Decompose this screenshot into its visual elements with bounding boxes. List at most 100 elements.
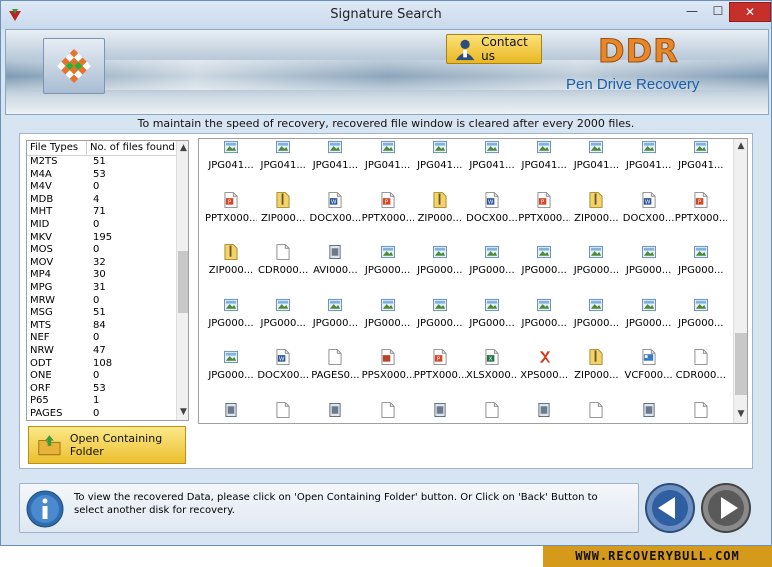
list-item[interactable]: PAGES 0 bbox=[27, 408, 177, 420]
file-item[interactable]: P PPTX000... bbox=[205, 191, 257, 224]
file-item[interactable]: P PPTX000... bbox=[362, 191, 414, 224]
file-item[interactable]: P PPTX000... bbox=[675, 191, 727, 224]
file-item[interactable]: W DOCX00... bbox=[257, 349, 309, 381]
scroll-up-arrow-icon[interactable]: ▲ bbox=[177, 143, 188, 153]
title-bar[interactable]: Signature Search — ☐ ✕ bbox=[1, 1, 771, 29]
file-item[interactable]: JPG041... bbox=[309, 139, 361, 171]
scroll-down-arrow-icon[interactable]: ▼ bbox=[734, 409, 747, 419]
file-types-list[interactable]: File Types No. of files found M2TS 51 M4A 5… bbox=[26, 140, 189, 421]
scroll-up-arrow-icon[interactable]: ▲ bbox=[734, 141, 747, 151]
file-item[interactable]: JPG000... bbox=[466, 244, 518, 276]
file-item[interactable]: PPSX000... bbox=[362, 349, 414, 381]
file-item[interactable]: JPG000... bbox=[570, 244, 622, 276]
minimize-button[interactable]: — bbox=[681, 2, 703, 22]
file-item[interactable]: CDR000... bbox=[257, 401, 309, 423]
file-item[interactable]: ZIP000... bbox=[570, 191, 622, 224]
file-item[interactable]: CDR000... bbox=[257, 244, 309, 276]
file-item[interactable]: JPG041... bbox=[466, 139, 518, 171]
file-item[interactable]: CDR000... bbox=[675, 401, 727, 423]
next-button[interactable] bbox=[701, 483, 751, 533]
list-item[interactable]: NRW 47 bbox=[27, 345, 177, 358]
file-item[interactable]: JPG041... bbox=[623, 139, 675, 171]
list-item[interactable]: MSG 51 bbox=[27, 307, 177, 320]
list-item[interactable]: ORF 53 bbox=[27, 383, 177, 396]
file-item[interactable]: JPG000... bbox=[675, 297, 727, 329]
file-item[interactable]: JPG000... bbox=[414, 297, 466, 329]
file-item[interactable]: ZIP000... bbox=[570, 349, 622, 381]
back-button[interactable] bbox=[645, 483, 695, 533]
list-item[interactable]: MP4 30 bbox=[27, 269, 177, 282]
file-item[interactable]: CDR000... bbox=[466, 401, 518, 423]
file-item[interactable]: JPG000... bbox=[205, 349, 257, 381]
file-item[interactable]: X XLSX000... bbox=[466, 349, 518, 381]
file-item[interactable]: AVI000... bbox=[623, 402, 675, 423]
file-item[interactable]: ZIP000... bbox=[414, 191, 466, 224]
file-item[interactable]: AVI000... bbox=[205, 402, 257, 423]
file-item[interactable]: JPG000... bbox=[362, 297, 414, 329]
list-item[interactable]: ODT 108 bbox=[27, 358, 177, 371]
files-scrollbar[interactable]: ▲ ▼ bbox=[733, 139, 747, 423]
list-item[interactable]: MKV 195 bbox=[27, 232, 177, 245]
file-item[interactable]: CDR000... bbox=[570, 401, 622, 423]
list-item[interactable]: MPG 31 bbox=[27, 282, 177, 295]
list-item[interactable]: MHT 71 bbox=[27, 206, 177, 219]
file-item[interactable]: JPG000... bbox=[623, 244, 675, 276]
file-item[interactable]: JPG000... bbox=[570, 297, 622, 329]
recovered-files-view[interactable]: JPG041... JPG041... JPG041... JPG041... JPG0… bbox=[198, 138, 748, 424]
list-item[interactable]: M2TS 51 bbox=[27, 156, 177, 169]
file-item[interactable]: JPG041... bbox=[205, 139, 257, 171]
file-item[interactable]: W DOCX00... bbox=[623, 191, 675, 224]
file-item[interactable]: W DOCX00... bbox=[466, 191, 518, 224]
file-item[interactable]: PAGES0... bbox=[309, 349, 361, 381]
column-header-file-types[interactable]: File Types bbox=[27, 141, 87, 155]
file-item[interactable]: JPG041... bbox=[518, 139, 570, 171]
list-item[interactable]: MID 0 bbox=[27, 219, 177, 232]
open-containing-folder-button[interactable]: Open Containing Folder bbox=[28, 426, 186, 464]
list-item[interactable]: MOS 0 bbox=[27, 244, 177, 257]
file-item[interactable]: JPG000... bbox=[675, 244, 727, 276]
list-item[interactable]: M4A 53 bbox=[27, 169, 177, 182]
file-item[interactable]: JPG000... bbox=[257, 297, 309, 329]
file-item[interactable]: JPG041... bbox=[362, 139, 414, 171]
list-item[interactable]: P65 1 bbox=[27, 395, 177, 408]
file-item[interactable]: JPG000... bbox=[205, 297, 257, 329]
list-item[interactable]: NEF 0 bbox=[27, 332, 177, 345]
file-item[interactable]: JPG000... bbox=[362, 244, 414, 276]
list-scroll-thumb[interactable] bbox=[178, 251, 188, 313]
list-item[interactable]: M4V 0 bbox=[27, 181, 177, 194]
file-item[interactable]: W DOCX00... bbox=[309, 191, 361, 224]
close-button[interactable]: ✕ bbox=[729, 2, 771, 22]
file-item[interactable]: JPG000... bbox=[518, 244, 570, 276]
file-item[interactable]: AVI000... bbox=[309, 244, 361, 276]
list-item[interactable]: MDB 4 bbox=[27, 194, 177, 207]
file-item[interactable]: ZIP000... bbox=[205, 244, 257, 276]
file-item[interactable]: VCF000... bbox=[623, 349, 675, 381]
file-item[interactable]: JPG000... bbox=[414, 244, 466, 276]
files-scroll-thumb[interactable] bbox=[735, 333, 747, 395]
list-item[interactable]: MOV 32 bbox=[27, 257, 177, 270]
file-item[interactable]: JPG000... bbox=[466, 297, 518, 329]
file-item[interactable]: JPG041... bbox=[257, 139, 309, 171]
file-item[interactable]: CDR000... bbox=[362, 401, 414, 423]
file-item[interactable]: JPG000... bbox=[623, 297, 675, 329]
file-item[interactable]: JPG041... bbox=[570, 139, 622, 171]
file-item[interactable]: P PPTX000... bbox=[414, 349, 466, 381]
file-item[interactable]: AVI000... bbox=[309, 402, 361, 423]
file-item[interactable]: ZIP000... bbox=[257, 191, 309, 224]
scroll-down-arrow-icon[interactable]: ▼ bbox=[177, 407, 188, 417]
list-item[interactable]: MTS 84 bbox=[27, 320, 177, 333]
column-header-files-found[interactable]: No. of files found bbox=[87, 141, 177, 155]
file-item[interactable]: JPG041... bbox=[675, 139, 727, 171]
file-item[interactable]: JPG000... bbox=[309, 297, 361, 329]
file-item[interactable]: CDR000... bbox=[675, 349, 727, 381]
list-item[interactable]: ONE 0 bbox=[27, 370, 177, 383]
file-item[interactable]: AVI000... bbox=[518, 402, 570, 423]
maximize-button[interactable]: ☐ bbox=[707, 2, 729, 22]
file-item[interactable]: AVI000... bbox=[414, 402, 466, 423]
contact-us-button[interactable]: Contact us bbox=[446, 34, 542, 64]
file-item[interactable]: JPG000... bbox=[518, 297, 570, 329]
list-scrollbar[interactable]: ▲ ▼ bbox=[176, 141, 188, 420]
file-item[interactable]: JPG041... bbox=[414, 139, 466, 171]
file-item[interactable]: P PPTX000... bbox=[518, 191, 570, 224]
file-item[interactable]: XPS000... bbox=[518, 349, 570, 381]
